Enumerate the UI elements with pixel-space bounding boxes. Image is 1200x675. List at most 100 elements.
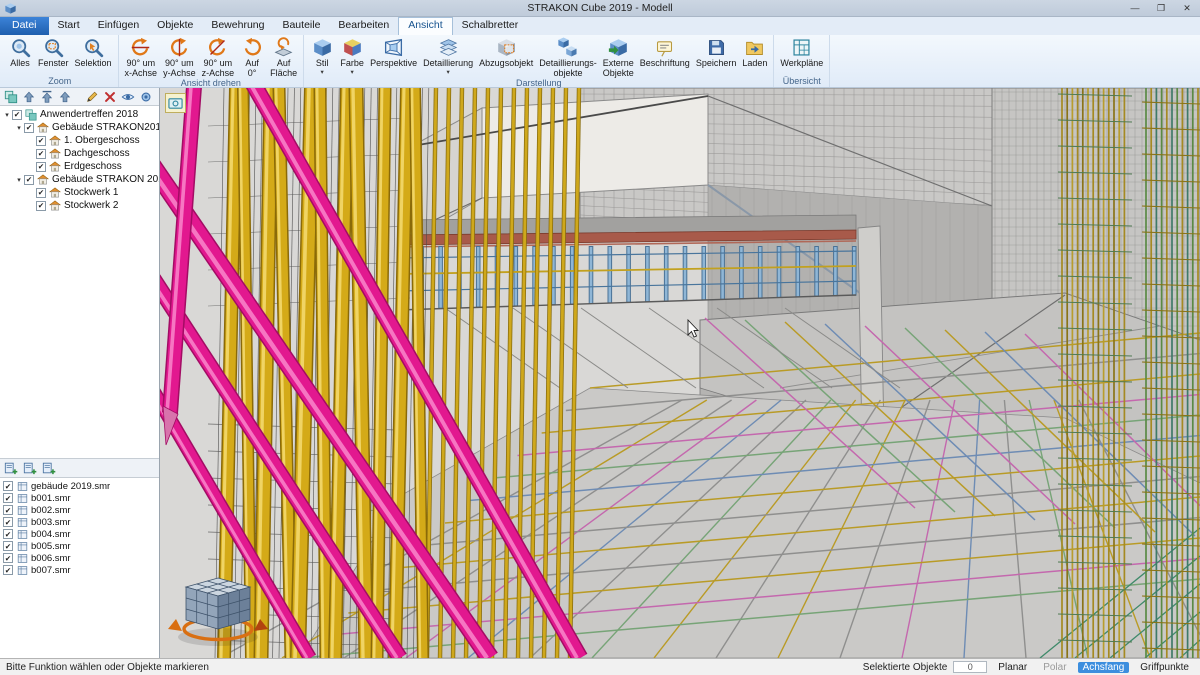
checkbox[interactable] bbox=[3, 553, 13, 563]
tab-datei[interactable]: Datei bbox=[0, 17, 49, 35]
visibility-button[interactable] bbox=[119, 89, 136, 105]
ribbon-button-speichern[interactable]: Speichern bbox=[693, 35, 740, 69]
add-model-file-button-2[interactable] bbox=[21, 460, 38, 476]
zoom-all-icon bbox=[10, 37, 31, 58]
file-item[interactable]: b003.smr bbox=[0, 516, 159, 528]
move-up-button[interactable] bbox=[20, 89, 37, 105]
checkbox[interactable] bbox=[36, 136, 46, 146]
tab-start[interactable]: Start bbox=[49, 17, 89, 35]
file-item[interactable]: b001.smr bbox=[0, 492, 159, 504]
file-item-label: b005.smr bbox=[31, 541, 71, 552]
tree-item-building-2018[interactable]: Gebäude STRAKON 2018 bbox=[0, 173, 159, 186]
tab-bewehrung[interactable]: Bewehrung bbox=[202, 17, 273, 35]
layers-icon bbox=[438, 37, 459, 58]
mode-griffpunkte[interactable]: Griffpunkte bbox=[1135, 662, 1194, 673]
ribbon-button-beschriftung[interactable]: Beschriftung bbox=[637, 35, 693, 69]
project-structure-button[interactable] bbox=[2, 89, 19, 105]
file-item[interactable]: b004.smr bbox=[0, 528, 159, 540]
move-top-button[interactable] bbox=[38, 89, 55, 105]
checkbox[interactable] bbox=[36, 201, 46, 211]
checkbox[interactable] bbox=[3, 529, 13, 539]
save-icon bbox=[706, 37, 727, 58]
button-label: Externe Objekte bbox=[603, 59, 634, 78]
add-model-file-button-3[interactable] bbox=[40, 460, 57, 476]
expander-icon[interactable] bbox=[14, 124, 24, 132]
tree-item-dachgeschoss[interactable]: Dachgeschoss bbox=[0, 147, 159, 160]
project-icon bbox=[24, 108, 38, 121]
3d-scene[interactable] bbox=[160, 88, 1200, 658]
storey-icon bbox=[48, 186, 62, 199]
ribbon-button-perspektive[interactable]: Perspektive bbox=[367, 35, 420, 69]
ribbon-button-laden[interactable]: Laden bbox=[739, 35, 770, 69]
close-button[interactable]: ✕ bbox=[1174, 0, 1200, 16]
ribbon-button-auf-flaeche[interactable]: Auf Fläche bbox=[267, 35, 300, 78]
edit-button[interactable] bbox=[83, 89, 100, 105]
maximize-button[interactable]: ❐ bbox=[1148, 0, 1174, 16]
checkbox[interactable] bbox=[24, 175, 34, 185]
tab-schalbretter[interactable]: Schalbretter bbox=[453, 17, 528, 35]
file-item[interactable]: b005.smr bbox=[0, 540, 159, 552]
ribbon-button-stil[interactable]: Stil bbox=[307, 35, 337, 75]
window-title: STRAKON Cube 2019 - Modell bbox=[0, 0, 1200, 16]
file-item[interactable]: b007.smr bbox=[0, 564, 159, 576]
mode-planar[interactable]: Planar bbox=[993, 662, 1032, 673]
file-item[interactable]: b002.smr bbox=[0, 504, 159, 516]
tree-item-stockwerk-1[interactable]: Stockwerk 1 bbox=[0, 186, 159, 199]
tab-ansicht[interactable]: Ansicht bbox=[398, 17, 452, 35]
ribbon-button-selektion[interactable]: Selektion bbox=[72, 35, 115, 69]
file-item[interactable]: gebäude 2019.smr bbox=[0, 480, 159, 492]
checkbox[interactable] bbox=[3, 493, 13, 503]
ribbon-button-farbe[interactable]: Farbe bbox=[337, 35, 367, 75]
tree-item-stockwerk-2[interactable]: Stockwerk 2 bbox=[0, 199, 159, 212]
3d-viewport[interactable] bbox=[160, 88, 1200, 658]
mode-polar[interactable]: Polar bbox=[1038, 662, 1071, 673]
delete-button[interactable] bbox=[101, 89, 118, 105]
checkbox[interactable] bbox=[3, 505, 13, 515]
ribbon-button-alles[interactable]: Alles bbox=[5, 35, 35, 69]
tree-item-erdgeschoss[interactable]: Erdgeschoss bbox=[0, 160, 159, 173]
minimize-button[interactable]: — bbox=[1122, 0, 1148, 16]
viewport-view-button[interactable] bbox=[165, 93, 186, 113]
checkbox[interactable] bbox=[36, 188, 46, 198]
checkbox[interactable] bbox=[3, 565, 13, 575]
checkbox[interactable] bbox=[3, 481, 13, 491]
ribbon-button-rotate-z[interactable]: 90° um z-Achse bbox=[199, 35, 238, 78]
settings-button[interactable] bbox=[137, 89, 154, 105]
workplans-icon bbox=[791, 37, 812, 58]
button-label: Auf Fläche bbox=[270, 59, 297, 78]
storey-icon bbox=[48, 199, 62, 212]
tab-objekte[interactable]: Objekte bbox=[148, 17, 202, 35]
checkbox[interactable] bbox=[12, 110, 22, 120]
mode-achsfang[interactable]: Achsfang bbox=[1078, 662, 1130, 673]
ribbon-button-abzugsobjekt[interactable]: Abzugsobjekt bbox=[476, 35, 536, 69]
ribbon-button-detaillierung[interactable]: Detaillierung bbox=[420, 35, 476, 75]
tab-bearbeiten[interactable]: Bearbeiten bbox=[329, 17, 398, 35]
checkbox[interactable] bbox=[3, 541, 13, 551]
ribbon-button-werkplaene[interactable]: Werkpläne bbox=[777, 35, 826, 69]
rotate-face-icon bbox=[273, 37, 294, 58]
ribbon-button-externe-objekte[interactable]: Externe Objekte bbox=[600, 35, 637, 78]
checkbox[interactable] bbox=[24, 123, 34, 133]
level-up-button[interactable] bbox=[56, 89, 73, 105]
ribbon-button-detaillierungsobjekte[interactable]: Detaillierungs- objekte bbox=[536, 35, 600, 78]
checkbox[interactable] bbox=[3, 517, 13, 527]
building-icon bbox=[36, 173, 50, 186]
tree-item-project[interactable]: Anwendertreffen 2018 bbox=[0, 108, 159, 121]
tab-einfuegen[interactable]: Einfügen bbox=[89, 17, 148, 35]
ribbon-button-rotate-x[interactable]: 90° um x-Achse bbox=[122, 35, 161, 78]
expander-icon[interactable] bbox=[14, 176, 24, 184]
ribbon-button-auf-0[interactable]: Auf 0° bbox=[237, 35, 267, 78]
add-model-file-button[interactable] bbox=[2, 460, 19, 476]
ribbon-button-rotate-y[interactable]: 90° um y-Achse bbox=[160, 35, 199, 78]
checkbox[interactable] bbox=[36, 149, 46, 159]
tree-item-obergeschoss[interactable]: 1. Obergeschoss bbox=[0, 134, 159, 147]
tree-item-label: Erdgeschoss bbox=[64, 161, 122, 172]
file-item[interactable]: b006.smr bbox=[0, 552, 159, 564]
button-label: Beschriftung bbox=[640, 59, 690, 69]
tab-bauteile[interactable]: Bauteile bbox=[273, 17, 329, 35]
expander-icon[interactable] bbox=[2, 111, 12, 119]
ribbon-button-fenster[interactable]: Fenster bbox=[35, 35, 72, 69]
checkbox[interactable] bbox=[36, 162, 46, 172]
ribbon-group-zoom: Alles Fenster Selektion Zoom bbox=[2, 35, 119, 87]
tree-item-building-2019[interactable]: Gebäude STRAKON2019 bbox=[0, 121, 159, 134]
